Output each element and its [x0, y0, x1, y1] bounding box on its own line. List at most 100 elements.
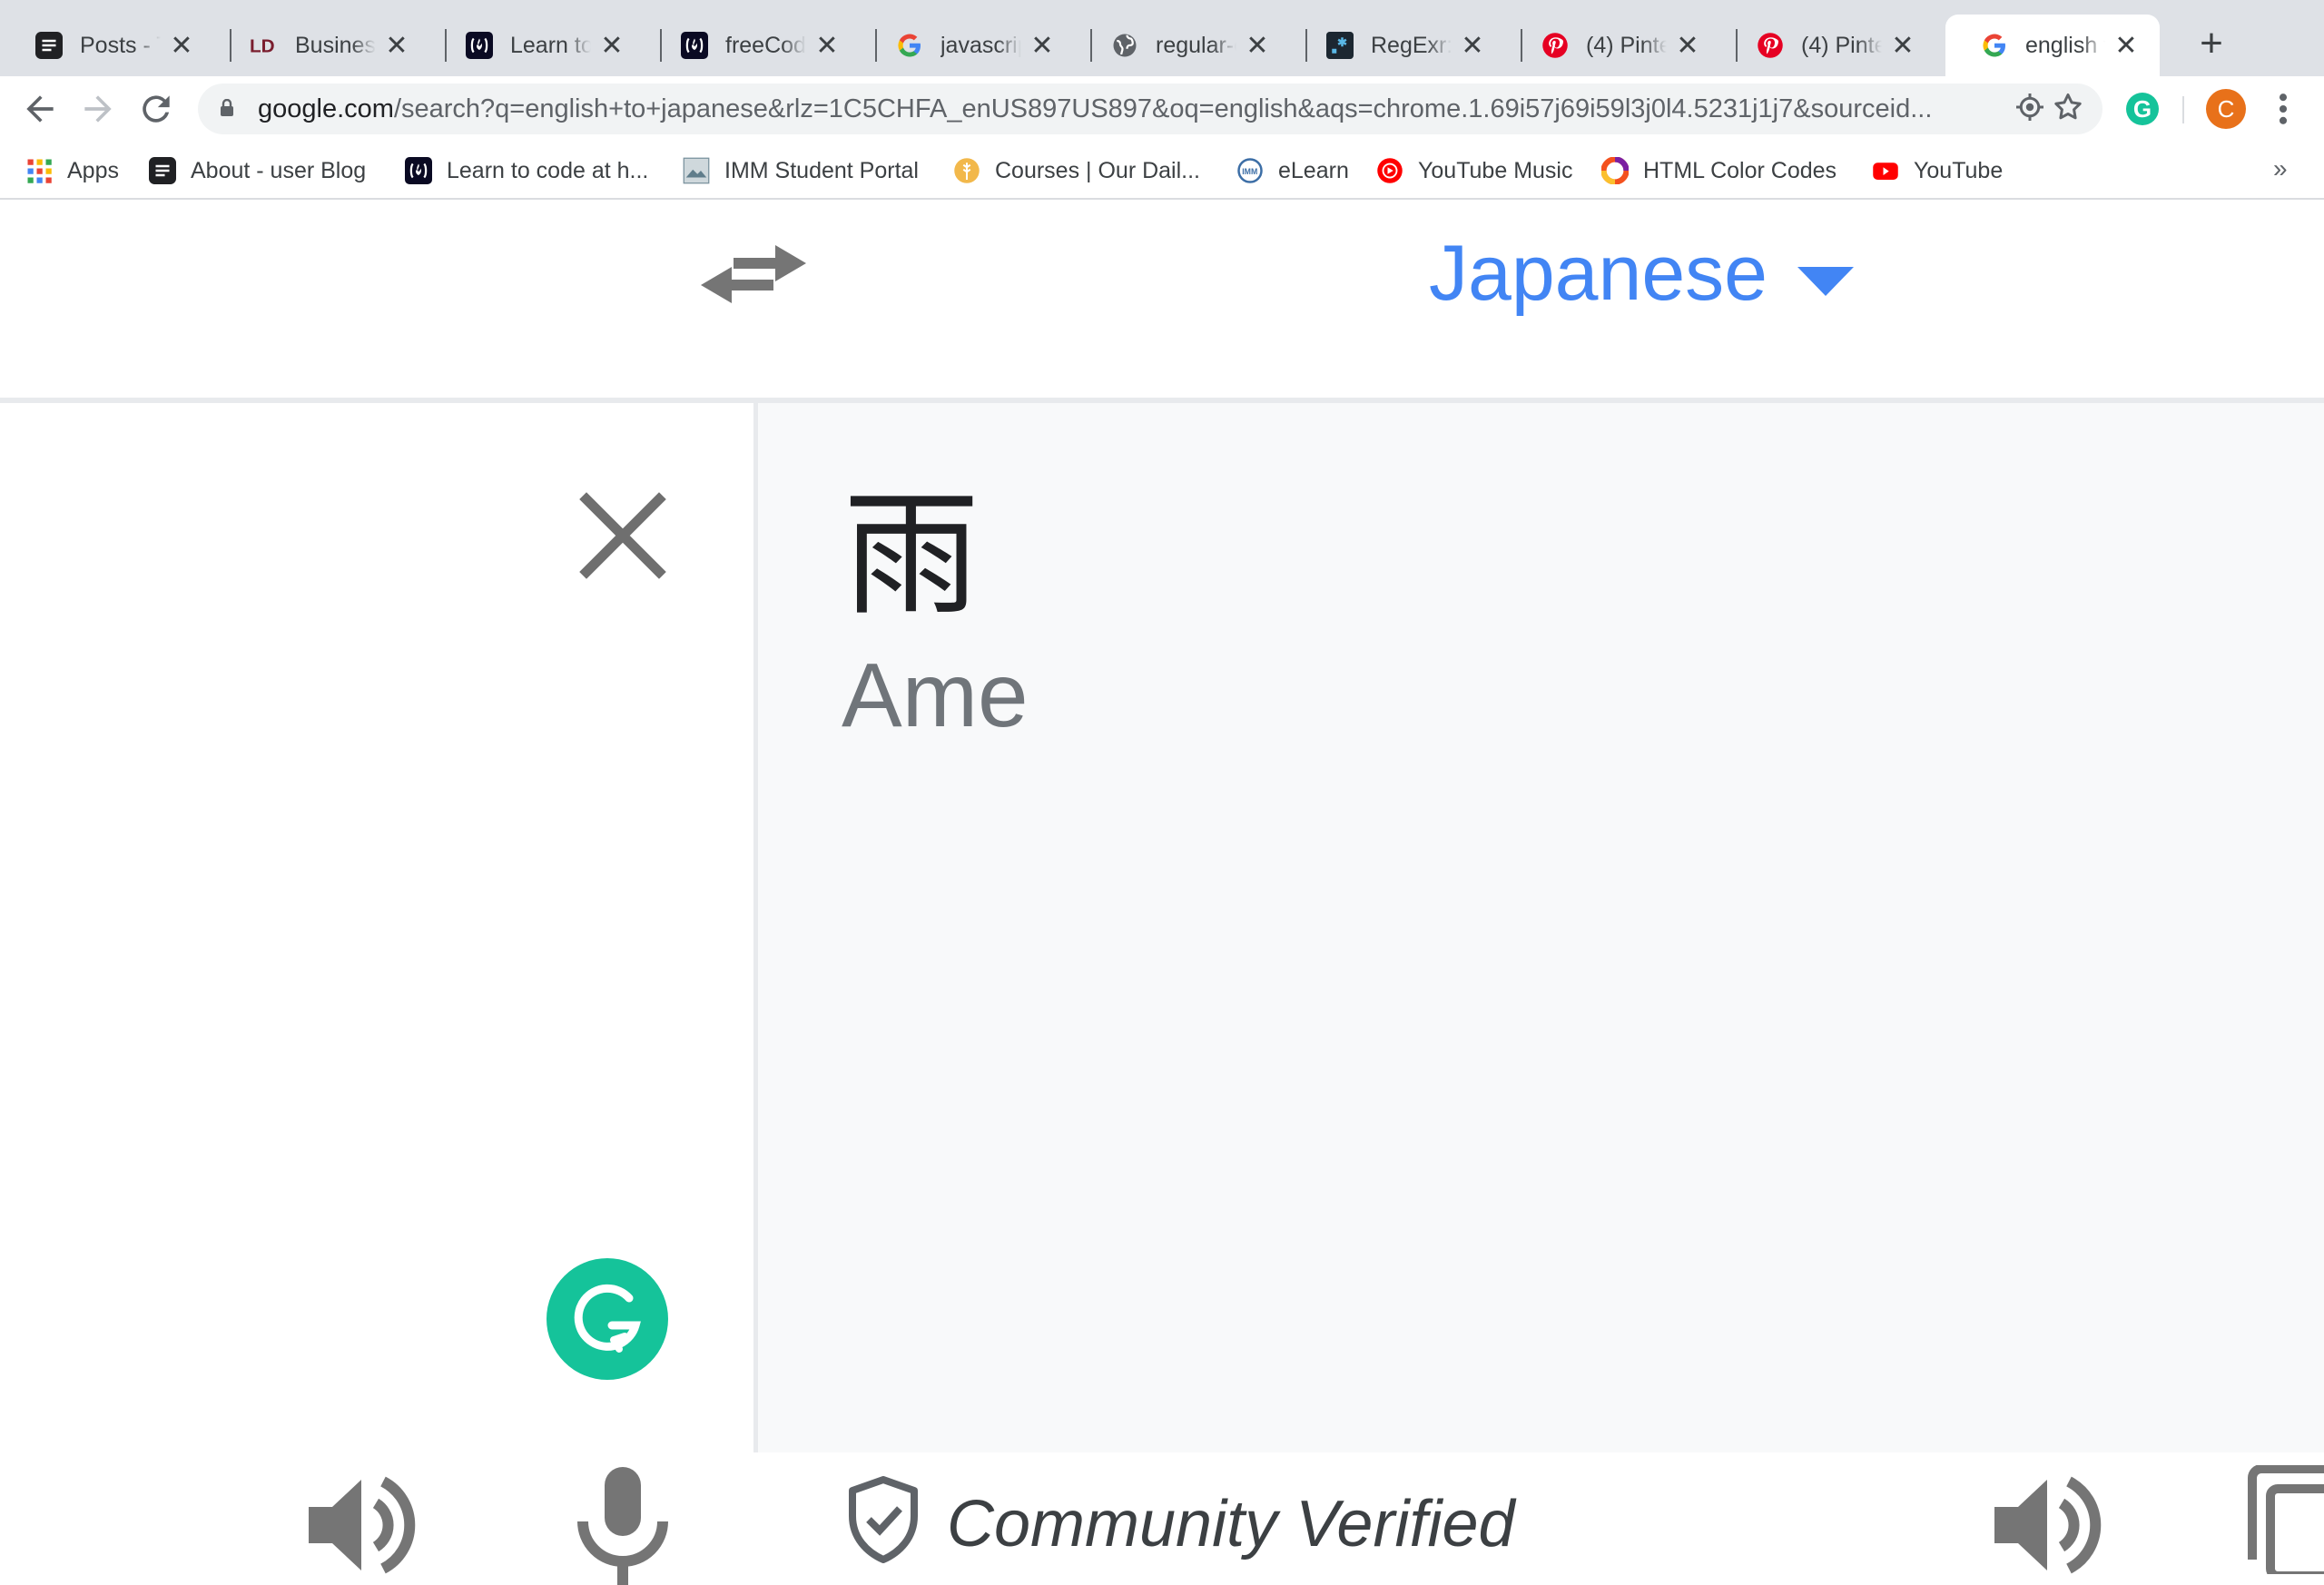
reload-button[interactable] [136, 89, 176, 129]
ld-icon: LD [250, 31, 279, 60]
elearn-icon: IMM [1236, 157, 1264, 184]
bookmark-item[interactable]: YouTube Music [1376, 154, 1572, 187]
tab-close-icon[interactable]: ✕ [1889, 31, 1916, 61]
back-arrow-icon [26, 95, 54, 123]
svg-text:LD: LD [250, 36, 275, 57]
target-language-label[interactable]: Japanese [1429, 229, 1768, 319]
tab-close-icon[interactable]: ✕ [1674, 31, 1701, 61]
tab-title: Business [295, 32, 376, 58]
bookmark-star-icon[interactable] [2050, 91, 2086, 127]
url-path: /search?q=english+to+japanese&rlz=1C5CHF… [393, 94, 1933, 123]
community-verified-label: Community Verified [947, 1488, 1515, 1560]
result-pane: 雨 Ame Community Verified [758, 403, 2324, 1574]
browser-tab[interactable]: RegExr: L ✕ [1291, 15, 1506, 76]
bookmark-item[interactable]: YouTube [1872, 154, 2003, 187]
source-speaker-icon[interactable] [305, 1469, 418, 1581]
pinterest-icon [1541, 31, 1570, 60]
back-button[interactable] [20, 89, 60, 129]
bookmark-label: Apps [67, 157, 119, 183]
browser-menu-icon[interactable] [2270, 89, 2297, 129]
bookmark-item[interactable]: Courses | Our Dail... [953, 154, 1200, 187]
bookmark-label: IMM Student Portal [724, 157, 919, 183]
bookmark-item[interactable]: About - user Blog [149, 154, 366, 187]
tab-close-icon[interactable]: ✕ [1459, 31, 1486, 61]
tab-close-icon[interactable]: ✕ [1029, 31, 1056, 61]
tab-close-icon[interactable]: ✕ [598, 31, 625, 61]
freecodecamp-icon [405, 157, 432, 184]
globe-icon [1110, 31, 1139, 60]
youtube-music-icon [1376, 157, 1403, 184]
tab-title: english to [2025, 32, 2105, 58]
browser-tab[interactable]: regular-e ✕ [1076, 15, 1291, 76]
apps-grid-icon [25, 157, 53, 184]
svg-text:IMM: IMM [1242, 167, 1257, 176]
new-tab-button[interactable]: + [2190, 24, 2233, 67]
language-dropdown-caret-icon[interactable] [1797, 267, 1854, 298]
browser-tab[interactable]: (4) Pinter ✕ [1721, 15, 1936, 76]
location-icon[interactable] [2012, 91, 2048, 127]
browser-tab[interactable]: english to ✕ [1945, 15, 2160, 76]
bookmark-label: Courses | Our Dail... [995, 157, 1201, 183]
tab-title: Learn to c [510, 32, 591, 58]
browser-toolbar: google.com/search?q=english+to+japanese&… [0, 76, 2324, 142]
toolbar-divider [2182, 96, 2184, 123]
address-bar[interactable]: google.com/search?q=english+to+japanese&… [198, 84, 2102, 134]
copy-icon[interactable] [2247, 1465, 2324, 1574]
tab-close-icon[interactable]: ✕ [383, 31, 410, 61]
forward-button[interactable] [78, 89, 118, 129]
bookmark-item[interactable]: IMM eLearn [1236, 154, 1349, 187]
url-host: google.com [258, 94, 394, 123]
microphone-icon[interactable] [576, 1467, 670, 1585]
bookmarks-bar: Apps About - user Blog Learn to code at h.… [0, 142, 2324, 200]
tab-close-icon[interactable]: ✕ [2112, 31, 2140, 61]
tab-close-icon[interactable]: ✕ [813, 31, 841, 61]
bookmark-label: eLearn [1278, 157, 1349, 183]
romanization-text: Ame [842, 645, 1029, 746]
tab-title: RegExr: L [1371, 32, 1452, 58]
blog-icon [149, 157, 176, 184]
google-icon [1980, 31, 2009, 60]
tab-title: javascript [940, 32, 1021, 58]
bookmark-label: About - user Blog [191, 157, 367, 183]
bookmark-item[interactable]: HTML Color Codes [1601, 154, 1837, 187]
browser-tab[interactable]: javascript ✕ [861, 15, 1076, 76]
grammarly-extension-icon[interactable]: G [2126, 93, 2159, 125]
tab-title: freeCode [725, 32, 806, 58]
browser-tab[interactable]: freeCode ✕ [645, 15, 861, 76]
forward-arrow-icon [84, 95, 112, 123]
wheat-icon [953, 157, 980, 184]
freecodecamp-icon [680, 31, 709, 60]
reload-icon [143, 95, 170, 123]
freecodecamp-icon [465, 31, 494, 60]
lock-icon [221, 99, 233, 116]
bookmark-label: HTML Color Codes [1643, 157, 1837, 183]
grammarly-button[interactable] [547, 1258, 668, 1380]
translation-text: 雨 [843, 478, 980, 631]
bookmarks-overflow-icon[interactable]: » [2273, 154, 2288, 183]
profile-avatar[interactable]: C [2206, 89, 2246, 129]
browser-tab[interactable]: LD Business ✕ [215, 15, 430, 76]
bookmark-label: YouTube [1914, 157, 2004, 183]
source-pane[interactable] [0, 403, 753, 1585]
bookmark-label: Learn to code at h... [447, 157, 649, 183]
tab-title: (4) Pinter [1801, 32, 1882, 58]
browser-tab[interactable]: Learn to c ✕ [430, 15, 645, 76]
clear-text-icon[interactable] [577, 490, 668, 581]
bookmark-item[interactable]: Learn to code at h... [405, 154, 648, 187]
browser-tab[interactable]: (4) Pinter ✕ [1506, 15, 1721, 76]
translate-widget: Japanese 雨 Ame Community Verified [0, 202, 2324, 1585]
bookmark-label: YouTube Music [1418, 157, 1573, 183]
youtube-icon [1872, 157, 1899, 184]
tab-strip: Posts - To✕LDBusiness✕Learn to c✕freeCod… [0, 0, 2324, 76]
tab-title: Posts - To [80, 32, 161, 58]
google-icon [895, 31, 924, 60]
tab-close-icon[interactable]: ✕ [168, 31, 195, 61]
bookmark-item[interactable]: Apps [25, 154, 119, 187]
blog-icon [34, 31, 64, 60]
swap-languages-icon[interactable] [699, 227, 808, 318]
browser-tab[interactable]: Posts - To ✕ [0, 15, 215, 76]
result-speaker-icon[interactable] [1991, 1469, 2103, 1581]
portal-icon [683, 157, 710, 184]
tab-close-icon[interactable]: ✕ [1244, 31, 1271, 61]
bookmark-item[interactable]: IMM Student Portal [683, 154, 919, 187]
